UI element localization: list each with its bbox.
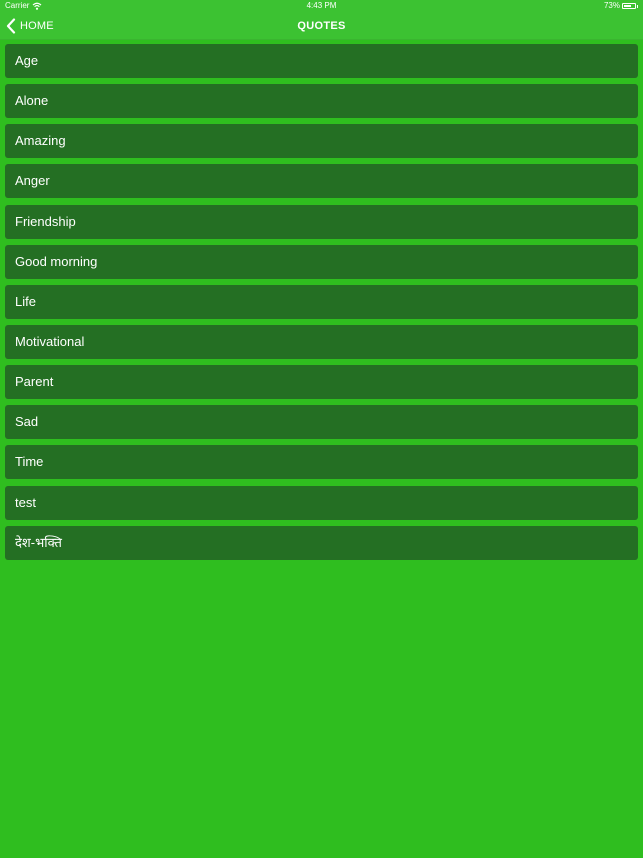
- category-item-life[interactable]: Life: [5, 284, 638, 319]
- battery-icon: [622, 3, 636, 9]
- category-item-age[interactable]: Age: [5, 44, 638, 78]
- category-item-friendship[interactable]: Friendship: [5, 204, 638, 239]
- category-item-parent[interactable]: Parent: [5, 365, 638, 400]
- battery-fill: [624, 5, 632, 7]
- category-item-anger[interactable]: Anger: [5, 164, 638, 199]
- page-title: QUOTES: [297, 20, 346, 32]
- top-bar: Carrier 4:43 PM 73% HOME QUOTES: [0, 0, 643, 40]
- category-item-test[interactable]: test: [5, 485, 638, 520]
- category-item-amazing[interactable]: Amazing: [5, 124, 638, 159]
- category-item-time[interactable]: Time: [5, 445, 638, 480]
- battery-indicator: 73%: [604, 0, 638, 12]
- battery-tip: [637, 4, 638, 8]
- category-item-good-morning[interactable]: Good morning: [5, 244, 638, 279]
- status-time: 4:43 PM: [306, 1, 337, 10]
- category-item-desh-bhakti[interactable]: देश-भक्ति: [5, 525, 638, 560]
- status-bar: Carrier 4:43 PM 73%: [0, 0, 643, 12]
- battery-percent: 73%: [603, 1, 620, 10]
- category-item-motivational[interactable]: Motivational: [5, 324, 638, 359]
- navigation-bar: HOME QUOTES: [0, 12, 643, 40]
- quotes-screen: Carrier 4:43 PM 73% HOME QUOTES Age Alon…: [0, 0, 643, 858]
- category-item-alone[interactable]: Alone: [5, 84, 638, 119]
- category-item-sad[interactable]: Sad: [5, 405, 638, 440]
- category-list: Age Alone Amazing Anger Friendship Good …: [5, 44, 638, 566]
